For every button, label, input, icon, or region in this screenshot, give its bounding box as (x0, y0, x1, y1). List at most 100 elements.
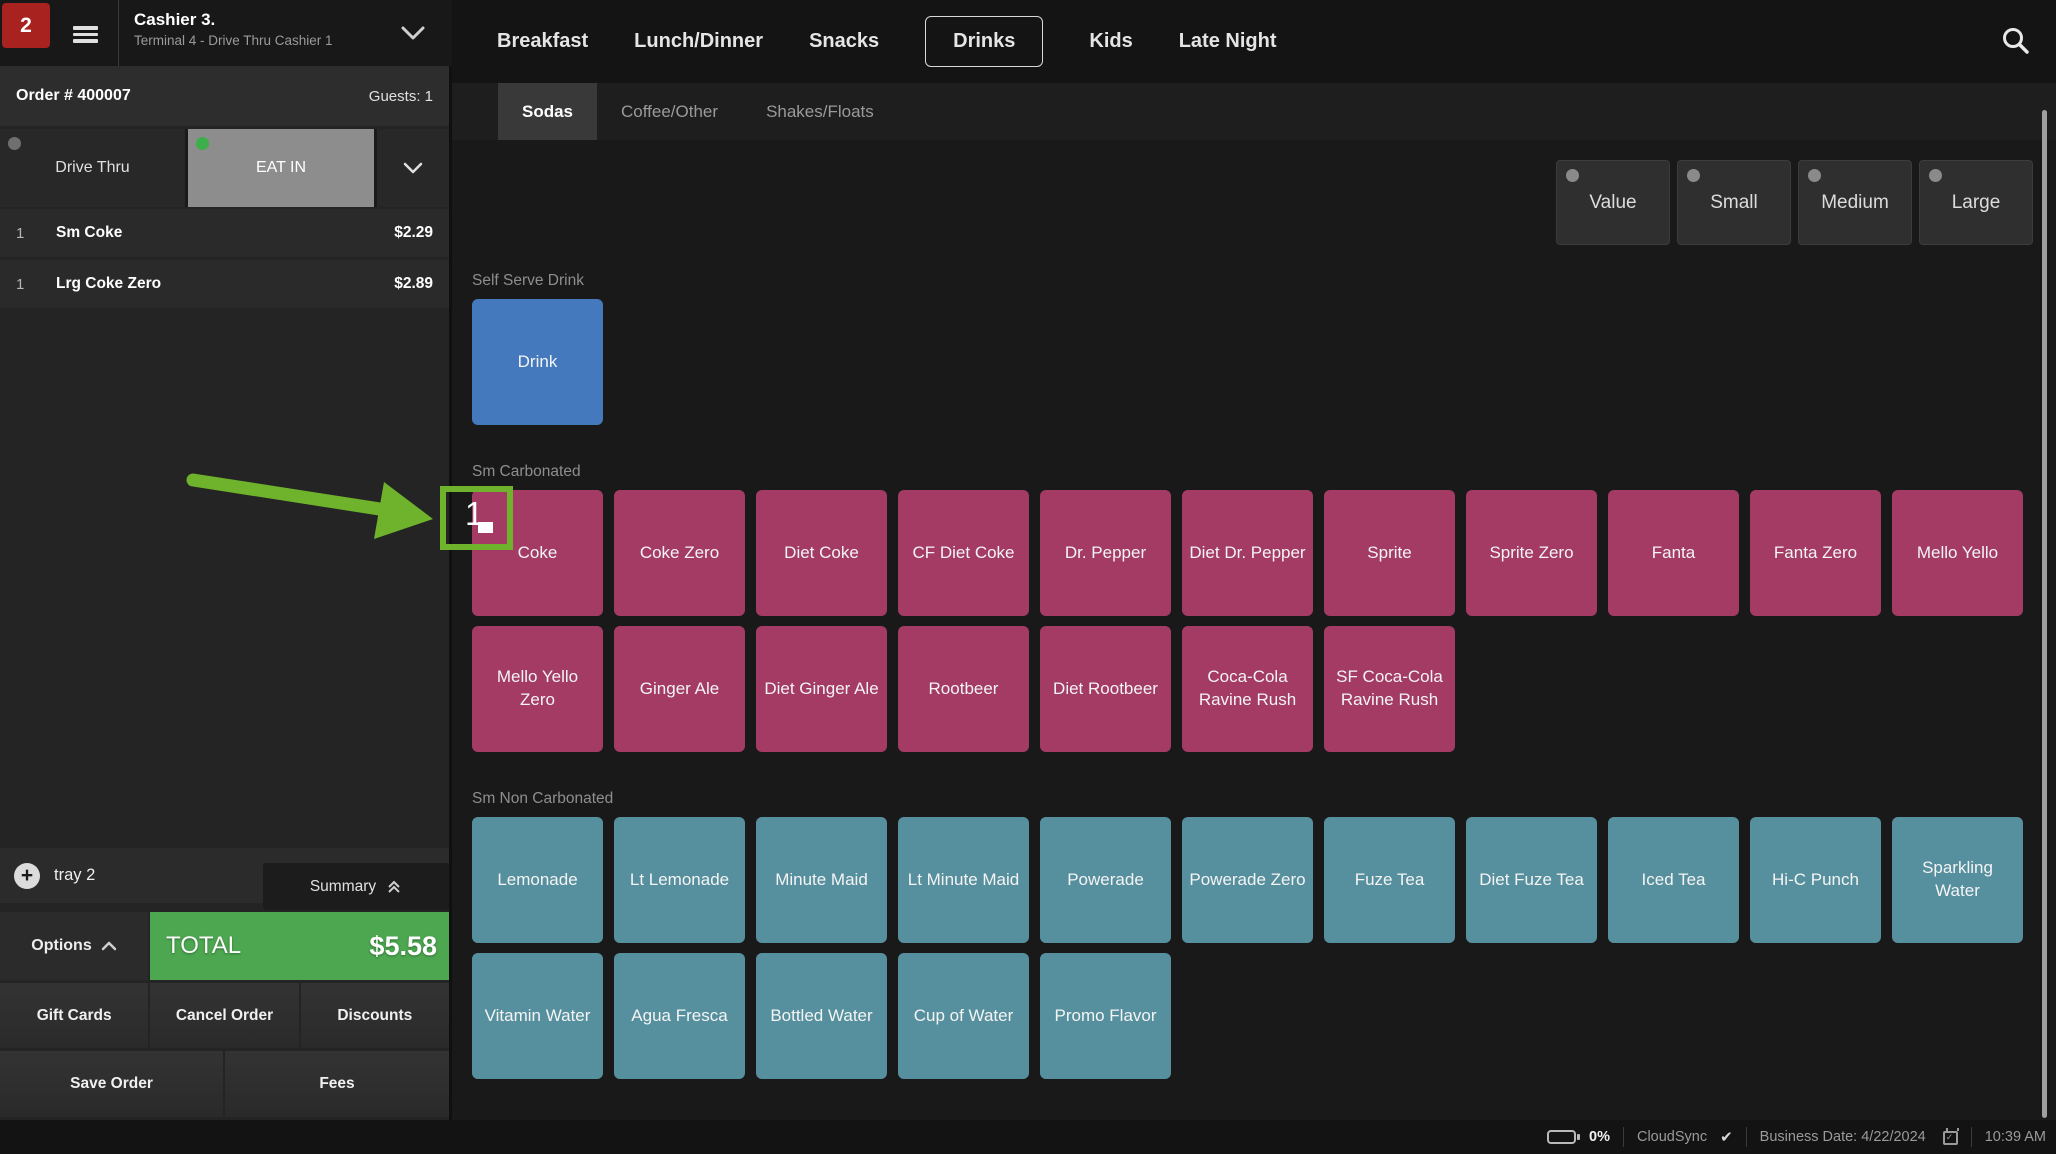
menu-item-lt-minute-maid[interactable]: Lt Minute Maid (898, 817, 1029, 943)
divider (1746, 1127, 1747, 1147)
cashier-name: Cashier 3. (134, 10, 333, 30)
chevron-down-icon[interactable] (400, 25, 426, 41)
order-type-expander[interactable] (377, 129, 449, 207)
section-title-sm-non-carbonated: Sm Non Carbonated (472, 790, 2042, 808)
discounts-button[interactable]: Discounts (301, 983, 449, 1048)
order-item-list: 1Sm Coke$2.291Lrg Coke Zero$2.89 (0, 209, 449, 311)
order-line-item[interactable]: 1Lrg Coke Zero$2.89 (0, 260, 449, 308)
menu-item-mello-yello[interactable]: Mello Yello (1892, 490, 2023, 616)
menu-item-rootbeer[interactable]: Rootbeer (898, 626, 1029, 752)
total-button[interactable]: TOTAL $5.58 (150, 912, 449, 980)
pos-app: 2 Cashier 3. Terminal 4 - Drive Thru Cas… (0, 0, 2056, 1154)
item-name: Sm Coke (56, 224, 394, 242)
size-button-value[interactable]: Value (1556, 160, 1670, 245)
section-title-self-serve-drink: Self Serve Drink (472, 272, 2042, 290)
nav-tab-snacks[interactable]: Snacks (809, 30, 879, 53)
menu-item-sprite-zero[interactable]: Sprite Zero (1466, 490, 1597, 616)
nav-tab-late-night[interactable]: Late Night (1179, 30, 1277, 53)
menu-item-mello-yello-zero[interactable]: Mello Yello Zero (472, 626, 603, 752)
options-button[interactable]: Options (0, 912, 148, 980)
nav-tab-kids[interactable]: Kids (1089, 30, 1132, 53)
chevron-down-icon (402, 161, 424, 175)
order-type-eat-in[interactable]: EAT IN (188, 129, 374, 207)
size-button-medium[interactable]: Medium (1798, 160, 1912, 245)
nav-tab-breakfast[interactable]: Breakfast (497, 30, 588, 53)
divider (118, 0, 119, 66)
menu-row: LemonadeLt LemonadeMinute MaidLt Minute … (472, 817, 2042, 943)
menu-item-vitamin-water[interactable]: Vitamin Water (472, 953, 603, 1079)
search-icon[interactable] (2000, 26, 2030, 56)
menu-item-powerade[interactable]: Powerade (1040, 817, 1171, 943)
menu-item-coca-cola-ravine-rush[interactable]: Coca-Cola Ravine Rush (1182, 626, 1313, 752)
summary-button[interactable]: Summary (263, 863, 449, 910)
item-price: $2.89 (394, 275, 433, 293)
menu-item-powerade-zero[interactable]: Powerade Zero (1182, 817, 1313, 943)
menu-item-sprite[interactable]: Sprite (1324, 490, 1455, 616)
totals-row: Options TOTAL $5.58 (0, 912, 449, 980)
menu-item-lemonade[interactable]: Lemonade (472, 817, 603, 943)
add-tray-icon[interactable]: + (14, 863, 40, 889)
cashier-info: Cashier 3. Terminal 4 - Drive Thru Cashi… (134, 10, 333, 48)
menu-item-sf-coca-cola-ravine-rush[interactable]: SF Coca-Cola Ravine Rush (1324, 626, 1455, 752)
menu-item-fanta-zero[interactable]: Fanta Zero (1750, 490, 1881, 616)
tray-label: tray 2 (54, 866, 95, 885)
order-header: Order # 400007 Guests: 1 (0, 66, 449, 126)
menu-item-bottled-water[interactable]: Bottled Water (756, 953, 887, 1079)
item-name: Lrg Coke Zero (56, 275, 394, 293)
nav-tab-drinks[interactable]: Drinks (925, 16, 1043, 67)
save-order-button[interactable]: Save Order (0, 1051, 223, 1117)
business-date-label: Business Date: 4/22/2024 (1760, 1129, 1926, 1145)
subnav-tab-sodas[interactable]: Sodas (498, 83, 597, 140)
terminal-header: 2 Cashier 3. Terminal 4 - Drive Thru Cas… (0, 0, 452, 66)
menu-item-diet-rootbeer[interactable]: Diet Rootbeer (1040, 626, 1171, 752)
double-chevron-up-icon (386, 879, 402, 895)
order-type-drive-thru[interactable]: Drive Thru (0, 129, 185, 207)
fees-button[interactable]: Fees (225, 1051, 449, 1117)
subnav-tab-shakes-floats[interactable]: Shakes/Floats (742, 83, 898, 140)
menu-row: Mello Yello ZeroGinger AleDiet Ginger Al… (472, 626, 2042, 752)
gift-cards-button[interactable]: Gift Cards (0, 983, 148, 1048)
divider (1623, 1127, 1624, 1147)
menu-item-fanta[interactable]: Fanta (1608, 490, 1739, 616)
menu-item-cup-of-water[interactable]: Cup of Water (898, 953, 1029, 1079)
order-panel: Order # 400007 Guests: 1 Drive Thru EAT … (0, 66, 452, 1120)
menu-item-promo-flavor[interactable]: Promo Flavor (1040, 953, 1171, 1079)
scrollbar[interactable] (2042, 110, 2047, 1118)
menu-item-coke[interactable]: Coke (472, 490, 603, 616)
nav-tab-lunch-dinner[interactable]: Lunch/Dinner (634, 30, 763, 53)
check-icon: ✔ (1720, 1128, 1733, 1146)
menu-item-diet-coke[interactable]: Diet Coke (756, 490, 887, 616)
size-button-small[interactable]: Small (1677, 160, 1791, 245)
menu-item-lt-lemonade[interactable]: Lt Lemonade (614, 817, 745, 943)
menu-item-dr-pepper[interactable]: Dr. Pepper (1040, 490, 1171, 616)
menu-item-diet-dr-pepper[interactable]: Diet Dr. Pepper (1182, 490, 1313, 616)
menu-item-iced-tea[interactable]: Iced Tea (1608, 817, 1739, 943)
subnav-tab-coffee-other[interactable]: Coffee/Other (597, 83, 742, 140)
size-button-large[interactable]: Large (1919, 160, 2033, 245)
radio-dot-icon (8, 137, 21, 150)
menu-item-coke-zero[interactable]: Coke Zero (614, 490, 745, 616)
order-type-label: EAT IN (256, 159, 306, 177)
menu-item-drink[interactable]: Drink (472, 299, 603, 425)
menu-item-minute-maid[interactable]: Minute Maid (756, 817, 887, 943)
menu-item-fuze-tea[interactable]: Fuze Tea (1324, 817, 1455, 943)
menu-item-diet-fuze-tea[interactable]: Diet Fuze Tea (1466, 817, 1597, 943)
hamburger-menu-icon[interactable] (73, 26, 98, 43)
menu-item-hi-c-punch[interactable]: Hi-C Punch (1750, 817, 1881, 943)
cancel-order-button[interactable]: Cancel Order (150, 983, 298, 1048)
size-label: Medium (1821, 192, 1889, 214)
item-qty: 1 (16, 225, 56, 242)
summary-label: Summary (310, 878, 376, 896)
menu-item-sparkling-water[interactable]: Sparkling Water (1892, 817, 2023, 943)
battery-percent: 0% (1589, 1129, 1610, 1145)
menu-item-ginger-ale[interactable]: Ginger Ale (614, 626, 745, 752)
total-label: TOTAL (166, 932, 241, 960)
chevron-up-icon (101, 941, 117, 951)
menu-item-cf-diet-coke[interactable]: CF Diet Coke (898, 490, 1029, 616)
order-line-item[interactable]: 1Sm Coke$2.29 (0, 209, 449, 257)
menu-item-diet-ginger-ale[interactable]: Diet Ginger Ale (756, 626, 887, 752)
menu-row: Vitamin WaterAgua FrescaBottled WaterCup… (472, 953, 2042, 1079)
notification-badge[interactable]: 2 (2, 3, 50, 48)
menu-item-agua-fresca[interactable]: Agua Fresca (614, 953, 745, 1079)
order-type-tabs: Drive Thru EAT IN (0, 129, 449, 207)
